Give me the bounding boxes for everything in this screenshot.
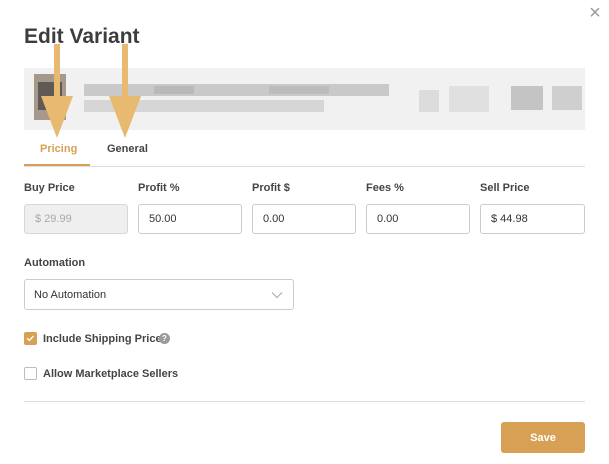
- buy-price-label: Buy Price: [24, 182, 75, 194]
- sell-price-label: Sell Price: [480, 182, 530, 194]
- help-icon[interactable]: ?: [159, 333, 170, 344]
- chevron-down-icon: [271, 292, 283, 299]
- checkmark-icon: [26, 335, 34, 342]
- sell-price-input[interactable]: [480, 204, 585, 234]
- buy-price-input: [24, 204, 128, 234]
- include-shipping-label: Include Shipping Price: [43, 333, 162, 345]
- profit-dollar-input[interactable]: [252, 204, 356, 234]
- footer-divider: [24, 401, 585, 402]
- allow-marketplace-label: Allow Marketplace Sellers: [43, 368, 179, 380]
- allow-marketplace-checkbox[interactable]: [24, 367, 37, 380]
- save-button[interactable]: Save: [501, 422, 585, 453]
- profit-percent-input[interactable]: [138, 204, 242, 234]
- profit-percent-label: Profit %: [138, 182, 180, 194]
- tab-pricing[interactable]: Pricing: [40, 143, 77, 155]
- active-tab-indicator: [24, 164, 90, 166]
- automation-label: Automation: [24, 257, 86, 269]
- automation-selected-value: No Automation: [34, 289, 107, 301]
- fees-percent-label: Fees %: [366, 182, 404, 194]
- include-shipping-checkbox[interactable]: [24, 332, 37, 345]
- automation-select[interactable]: No Automation: [24, 279, 294, 310]
- profit-dollar-label: Profit $: [252, 182, 290, 194]
- annotation-arrow-down-icon: [41, 44, 73, 138]
- tab-general[interactable]: General: [107, 143, 148, 155]
- close-icon[interactable]: ×: [586, 3, 604, 23]
- annotation-arrow-down-icon: [109, 44, 141, 138]
- fees-percent-input[interactable]: [366, 204, 470, 234]
